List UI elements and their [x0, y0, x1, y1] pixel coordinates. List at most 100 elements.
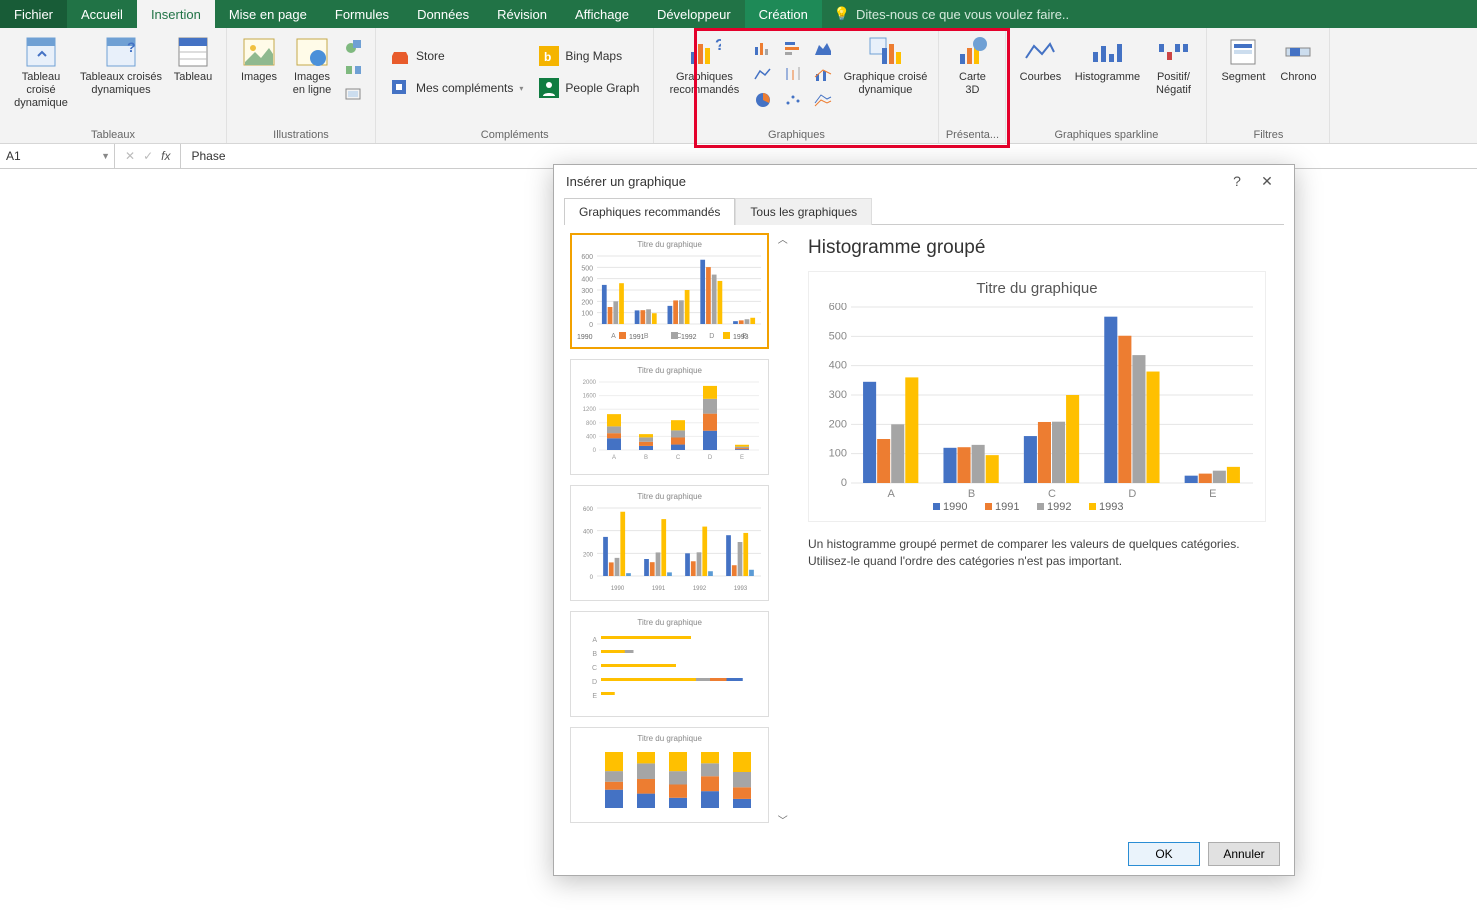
- pivots-icon: ?: [104, 35, 138, 69]
- pivot-chart-button[interactable]: Graphique croisédynamique: [838, 31, 932, 121]
- tell-me-text: Dites-nous ce que vous voulez faire..: [856, 7, 1069, 22]
- tab-home[interactable]: Accueil: [67, 0, 137, 28]
- group-tours: Présenta...: [946, 126, 999, 141]
- tab-formulas[interactable]: Formules: [321, 0, 403, 28]
- scroll-down-icon[interactable]: ﹀: [778, 812, 788, 827]
- svg-text:500: 500: [829, 330, 847, 342]
- svg-text:C: C: [1048, 488, 1056, 500]
- svg-text:1600: 1600: [583, 394, 597, 400]
- svg-text:D: D: [1128, 488, 1136, 500]
- svg-text:1992: 1992: [1047, 501, 1071, 513]
- bulb-icon: 💡: [834, 6, 850, 22]
- 3d-map-button[interactable]: Carte3D: [945, 31, 999, 121]
- scatter-chart-button[interactable]: [778, 87, 808, 113]
- svg-text:100: 100: [581, 311, 593, 318]
- svg-text:D: D: [708, 455, 713, 461]
- slicer-button[interactable]: Segment: [1213, 31, 1273, 121]
- sparkline-line-button[interactable]: Courbes: [1012, 31, 1068, 121]
- svg-text:1990: 1990: [577, 334, 593, 341]
- dialog-title: Insérer un graphique: [566, 174, 686, 189]
- stock-chart-button[interactable]: [778, 61, 808, 87]
- tab-all-charts[interactable]: Tous les graphiques: [735, 198, 872, 225]
- recommended-pivots-button[interactable]: ?Tableaux croisésdynamiques: [76, 31, 166, 121]
- svg-text:300: 300: [829, 389, 847, 401]
- people-icon: [539, 78, 559, 98]
- svg-text:A: A: [612, 455, 616, 461]
- tab-review[interactable]: Révision: [483, 0, 561, 28]
- sparkline-winloss-button[interactable]: Positif/Négatif: [1146, 31, 1200, 121]
- svg-text:600: 600: [829, 303, 847, 313]
- images-button[interactable]: Images: [233, 31, 285, 121]
- fx-icon[interactable]: fx: [161, 149, 170, 163]
- surface-chart-button[interactable]: [808, 87, 838, 113]
- screenshot-button[interactable]: [343, 83, 365, 105]
- enter-formula-icon[interactable]: ✓: [143, 149, 153, 163]
- cancel-button[interactable]: Annuler: [1208, 842, 1280, 866]
- chart-thumbnail[interactable]: Titre du graphiqueABCDE: [570, 611, 769, 717]
- svg-text:1991: 1991: [629, 334, 645, 341]
- help-button[interactable]: ?: [1222, 166, 1252, 196]
- recommended-charts-button[interactable]: ?Graphiquesrecommandés: [660, 31, 748, 121]
- store-button[interactable]: Store: [386, 41, 527, 71]
- svg-text:C: C: [676, 455, 681, 461]
- svg-text:800: 800: [586, 421, 597, 427]
- svg-text:1992: 1992: [693, 586, 707, 592]
- tell-me[interactable]: 💡 Dites-nous ce que vous voulez faire..: [822, 0, 1477, 28]
- svg-text:0: 0: [590, 575, 594, 581]
- svg-text:100: 100: [829, 448, 847, 460]
- svg-text:200: 200: [829, 418, 847, 430]
- tab-insert[interactable]: Insertion: [137, 0, 215, 28]
- chart-thumbnail[interactable]: Titre du graphique0100200300400500600ABC…: [570, 233, 769, 349]
- chart-thumbnails: Titre du graphique0100200300400500600ABC…: [564, 225, 775, 833]
- table-button[interactable]: Tableau: [166, 31, 220, 121]
- online-images-button[interactable]: Imagesen ligne: [285, 31, 339, 121]
- area-chart-button[interactable]: [808, 35, 838, 61]
- svg-text:B: B: [644, 455, 648, 461]
- tab-view[interactable]: Affichage: [561, 0, 643, 28]
- pie-chart-button[interactable]: [748, 87, 778, 113]
- chart-thumbnail[interactable]: Titre du graphique0200400600199019911992…: [570, 485, 769, 601]
- tab-data[interactable]: Données: [403, 0, 483, 28]
- sparkline-column-button[interactable]: Histogramme: [1068, 31, 1146, 121]
- store-icon: [390, 46, 410, 66]
- map-icon: [955, 35, 989, 69]
- insert-chart-dialog: Insérer un graphique ? ✕ Graphiques reco…: [553, 164, 1295, 876]
- svg-text:1993: 1993: [1099, 501, 1123, 513]
- ok-button[interactable]: OK: [1128, 842, 1200, 866]
- combo-chart-button[interactable]: [808, 61, 838, 87]
- svg-text:0: 0: [593, 448, 597, 454]
- tab-file[interactable]: Fichier: [0, 0, 67, 28]
- pivot-table-button[interactable]: Tableau croisédynamique: [6, 31, 76, 121]
- svg-text:B: B: [592, 651, 597, 658]
- svg-text:b: b: [544, 50, 551, 64]
- chart-preview: Titre du graphique 0100200300400500600AB…: [808, 271, 1266, 522]
- bing-maps-button[interactable]: bBing Maps: [535, 41, 643, 71]
- svg-text:1991: 1991: [652, 586, 666, 592]
- tab-design[interactable]: Création: [745, 0, 822, 28]
- scroll-up-icon[interactable]: ︿: [778, 231, 788, 246]
- svg-text:D: D: [592, 679, 597, 686]
- tab-pagelayout[interactable]: Mise en page: [215, 0, 321, 28]
- svg-text:1992: 1992: [681, 334, 697, 341]
- tab-developer[interactable]: Développeur: [643, 0, 745, 28]
- line-chart-button[interactable]: [748, 61, 778, 87]
- name-box[interactable]: A1▼: [0, 144, 115, 168]
- tab-recommended-charts[interactable]: Graphiques recommandés: [564, 198, 735, 225]
- column-chart-button[interactable]: [748, 35, 778, 61]
- bar-chart-button[interactable]: [778, 35, 808, 61]
- close-button[interactable]: ✕: [1252, 166, 1282, 196]
- thumb-scrollbar[interactable]: ︿﹀: [775, 225, 790, 833]
- svg-text:200: 200: [581, 299, 593, 306]
- timeline-button[interactable]: Chrono: [1273, 31, 1323, 121]
- smartart-button[interactable]: [343, 59, 365, 81]
- chart-title: Titre du graphique: [817, 280, 1257, 297]
- svg-text:1991: 1991: [995, 501, 1019, 513]
- shapes-button[interactable]: [343, 35, 365, 57]
- svg-text:1990: 1990: [611, 586, 625, 592]
- svg-text:?: ?: [715, 37, 721, 54]
- people-graph-button[interactable]: People Graph: [535, 73, 643, 103]
- chart-thumbnail[interactable]: Titre du graphique0400800120016002000ABC…: [570, 359, 769, 475]
- chart-thumbnail[interactable]: Titre du graphique: [570, 727, 769, 823]
- cancel-formula-icon[interactable]: ✕: [125, 149, 135, 163]
- addins-button[interactable]: Mes compléments ▾: [386, 73, 527, 103]
